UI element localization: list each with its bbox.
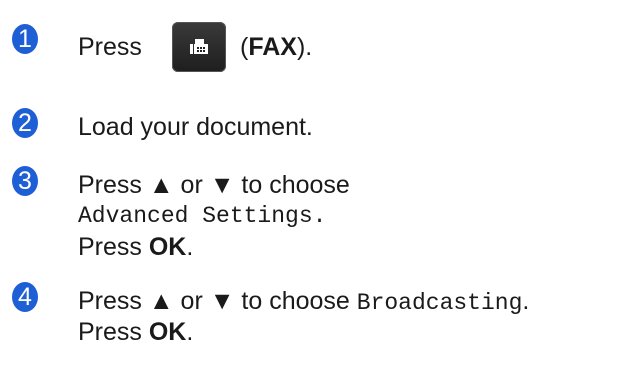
step-4: 4 Press ▲ or ▼ to choose Broadcasting. P… bbox=[0, 282, 624, 352]
ok-label: OK bbox=[148, 233, 187, 261]
step-number-badge: 1 bbox=[12, 24, 38, 54]
step-3-line-3: Press OK. bbox=[78, 233, 194, 261]
fax-button[interactable] bbox=[172, 22, 226, 72]
step-2-text: Load your document. bbox=[78, 113, 313, 141]
step-3: 3 Press ▲ or ▼ to choose Advanced Settin… bbox=[0, 166, 624, 266]
fax-label: FAX bbox=[248, 33, 297, 61]
step-4-line-2: Press OK. bbox=[78, 318, 194, 346]
menu-option-broadcasting: Broadcasting bbox=[356, 290, 523, 316]
step-number-badge: 4 bbox=[12, 282, 38, 312]
step-1: 1 Press (FAX). bbox=[0, 22, 624, 78]
fax-icon bbox=[190, 39, 208, 54]
menu-option-advanced-settings: Advanced Settings. bbox=[78, 203, 327, 229]
step-4-line-1: Press ▲ or ▼ to choose Broadcasting. bbox=[78, 287, 530, 316]
step-number-badge: 3 bbox=[12, 166, 38, 196]
step-1-text: Press bbox=[78, 32, 142, 62]
step-2: 2 Load your document. bbox=[0, 108, 624, 148]
ok-label: OK bbox=[148, 318, 187, 346]
fax-caption: (FAX). bbox=[240, 33, 313, 61]
step-3-line-1: Press ▲ or ▼ to choose bbox=[78, 171, 350, 199]
press-label: Press bbox=[78, 33, 142, 61]
step-number-badge: 2 bbox=[12, 108, 38, 138]
